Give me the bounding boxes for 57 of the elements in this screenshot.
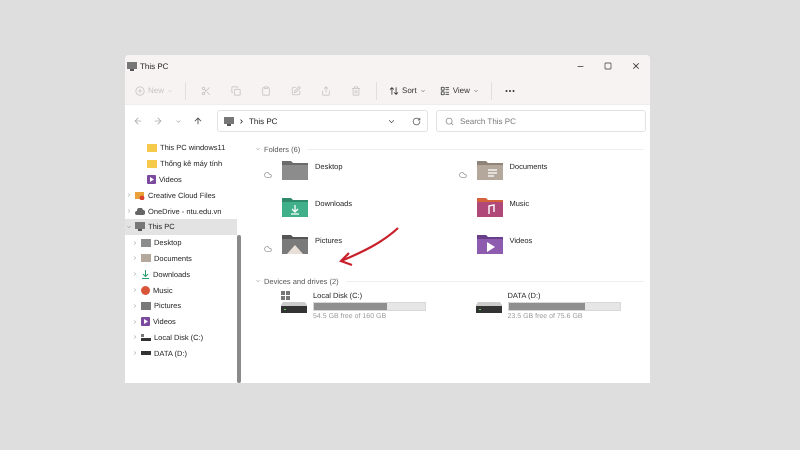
caret-icon (167, 88, 174, 94)
download-icon (141, 270, 150, 279)
folder-icon (476, 159, 504, 181)
chevron-right-icon[interactable] (126, 208, 132, 214)
monitor-icon (127, 62, 137, 70)
chevron-right-icon[interactable] (132, 318, 138, 325)
chevron-right-icon[interactable] (132, 287, 138, 294)
drive-icon (141, 334, 151, 341)
chevron-right-icon[interactable] (132, 271, 138, 278)
video-icon (147, 174, 156, 184)
view-button[interactable]: View (434, 80, 485, 102)
chevron-right-icon[interactable] (132, 255, 138, 262)
scissors-icon (201, 86, 212, 96)
clipboard-icon (261, 86, 272, 96)
chevron-right-icon[interactable] (132, 334, 138, 340)
search-icon (445, 116, 454, 126)
cloud-icon (135, 208, 145, 215)
trash-icon (351, 86, 362, 96)
up-arrow-icon (193, 116, 203, 126)
monitor-icon (135, 222, 145, 232)
folder-icon (141, 302, 151, 310)
plus-icon (135, 86, 145, 96)
refresh-icon[interactable] (412, 116, 421, 126)
drive-icon (141, 351, 151, 356)
search-field[interactable]: Search This PC (460, 116, 637, 126)
maximize-icon (604, 62, 612, 70)
folder-icon (281, 159, 309, 181)
close-icon (631, 61, 641, 71)
share-icon (321, 86, 332, 96)
caret-icon (472, 88, 479, 94)
copy-icon (231, 86, 242, 96)
chevron-right-icon (238, 118, 245, 124)
folder-icon (281, 196, 309, 218)
video-icon (141, 317, 150, 326)
chevron-right-icon[interactable] (132, 240, 138, 246)
scrollbar-thumb[interactable] (237, 235, 241, 383)
sort-button[interactable]: Sort (383, 80, 432, 102)
drive-icon (476, 302, 502, 313)
forward-icon (153, 116, 163, 126)
pen-icon (291, 86, 302, 96)
chevron-right-icon[interactable] (132, 350, 138, 356)
list-icon (440, 86, 450, 96)
chevron-down-icon (174, 118, 182, 124)
sort-icon (389, 86, 400, 96)
chevron-right-icon[interactable] (126, 192, 132, 198)
chevron-right-icon[interactable] (132, 302, 138, 309)
search-box[interactable]: Search This PC (436, 110, 646, 132)
folder-icon (476, 233, 504, 255)
caret-icon (420, 88, 426, 94)
folder-icon (281, 233, 309, 255)
address-bar[interactable]: This PC (217, 110, 428, 132)
monitor-icon (224, 116, 234, 126)
back-icon (133, 116, 143, 126)
window-title: This PC (140, 62, 170, 70)
folder-icon (135, 190, 145, 200)
folder-icon (476, 196, 504, 218)
drive-icon (281, 291, 307, 313)
